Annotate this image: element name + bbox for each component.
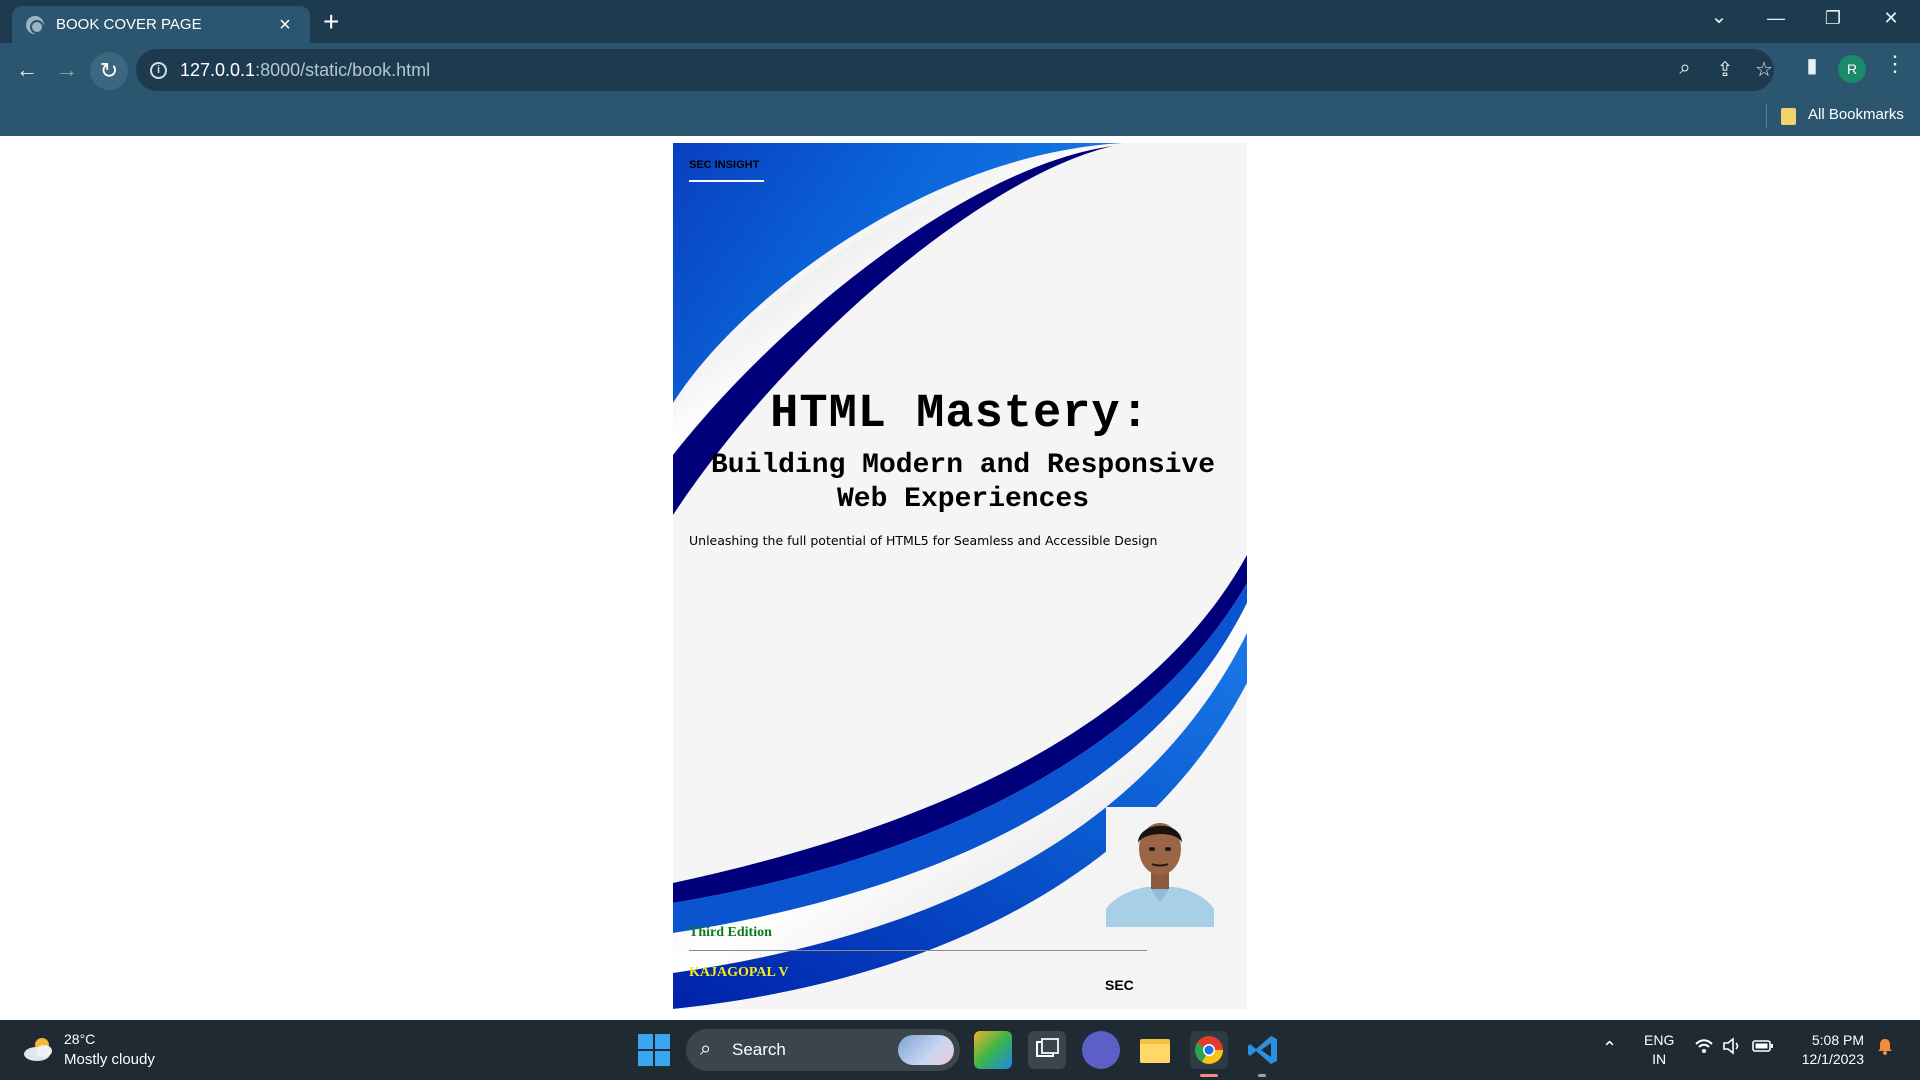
weather-temperature[interactable]: 28°C [64, 1031, 95, 1047]
all-bookmarks-button[interactable]: All Bookmarks [1808, 106, 1904, 123]
wifi-icon[interactable] [1694, 1037, 1714, 1060]
windows-taskbar: 28°C Mostly cloudy ⌕ Search ⌃ ENG IN 5:0… [0, 1020, 1920, 1080]
weather-description[interactable]: Mostly cloudy [64, 1051, 155, 1068]
browser-tab[interactable]: BOOK COVER PAGE × [12, 6, 310, 43]
brand-name: SEC INSIGHT [689, 159, 760, 171]
system-clock[interactable]: 5:08 PM 12/1/2023 [1790, 1031, 1864, 1069]
teams-chat-icon[interactable] [1082, 1031, 1120, 1069]
address-bar[interactable]: i 127.0.0.1:8000/static/book.html ⌕ ⇪ ☆ [136, 49, 1774, 91]
author-name: KAJAGOPAL V [689, 965, 789, 980]
subtitle-line-2: Web Experiences [836, 484, 1090, 515]
restore-button[interactable]: ❐ [1811, 8, 1855, 29]
chevron-up-icon[interactable]: ⌃ [1602, 1038, 1617, 1059]
search-highlight-image [898, 1035, 954, 1065]
folder-icon [1781, 108, 1796, 125]
bookmarks-separator [1766, 104, 1767, 128]
book-cover: SEC INSIGHT HTML Mastery: Building Moder… [673, 143, 1247, 1009]
close-icon[interactable]: × [274, 15, 296, 35]
back-arrow-icon[interactable]: ← [9, 53, 45, 87]
windows-start-icon[interactable] [638, 1034, 670, 1066]
side-panel-icon[interactable]: ▮ [1797, 53, 1827, 78]
book-title: HTML Mastery: [770, 388, 1150, 441]
subtitle-line-1: Building Modern and Responsive [710, 450, 1216, 481]
chrome-app-icon[interactable] [1190, 1031, 1228, 1069]
bookmarks-bar: All Bookmarks [0, 96, 1920, 136]
author-photo [1106, 807, 1214, 927]
copilot-app-icon[interactable] [974, 1031, 1012, 1069]
vscode-indicator [1258, 1074, 1266, 1077]
minimize-button[interactable]: — [1754, 8, 1798, 29]
battery-icon[interactable] [1752, 1037, 1774, 1060]
search-label: Search [732, 1040, 786, 1059]
url-path: :8000/static/book.html [255, 59, 431, 80]
notification-bell-icon[interactable] [1877, 1037, 1893, 1060]
url-host: 127.0.0.1 [180, 59, 256, 80]
reload-icon[interactable]: ↻ [90, 52, 128, 90]
file-explorer-icon[interactable] [1136, 1031, 1174, 1069]
browser-toolbar: ← → ↻ i 127.0.0.1:8000/static/book.html … [0, 43, 1920, 96]
profile-avatar[interactable]: R [1838, 55, 1866, 83]
language-line-2: IN [1652, 1051, 1667, 1067]
globe-icon [26, 15, 44, 34]
clock-date: 12/1/2023 [1801, 1051, 1864, 1067]
speaker-icon[interactable] [1722, 1037, 1742, 1060]
share-icon[interactable]: ⇪ [1712, 57, 1738, 82]
task-view-icon[interactable] [1028, 1031, 1066, 1069]
tab-title: BOOK COVER PAGE [56, 16, 202, 33]
edition-label: Third Edition [689, 925, 772, 940]
brand-underline [689, 180, 764, 182]
info-icon[interactable]: i [150, 61, 167, 79]
close-window-button[interactable]: ✕ [1869, 8, 1913, 29]
publisher-name: SEC [1105, 977, 1134, 993]
vscode-app-icon[interactable] [1244, 1031, 1282, 1069]
weather-cloud-icon[interactable] [22, 1034, 56, 1064]
forward-arrow-icon[interactable]: → [49, 53, 85, 87]
tab-search-button[interactable]: ⌄ [1697, 4, 1741, 29]
edition-divider [689, 950, 1147, 951]
clock-time: 5:08 PM [1811, 1032, 1864, 1048]
language-line-1: ENG [1644, 1032, 1675, 1048]
bookmark-star-icon[interactable]: ☆ [1751, 57, 1777, 82]
browser-title-bar: BOOK COVER PAGE × + ⌄ — ❐ ✕ [0, 0, 1920, 43]
language-indicator[interactable]: ENG IN [1644, 1031, 1674, 1069]
taskbar-search[interactable]: ⌕ Search [686, 1029, 960, 1071]
chrome-active-indicator [1200, 1074, 1218, 1077]
search-icon: ⌕ [700, 1038, 712, 1060]
book-tagline: Unleashing the full potential of HTML5 f… [689, 533, 1158, 548]
book-subtitle: Building Modern and Responsive Web Exper… [683, 449, 1243, 517]
menu-kebab-icon[interactable]: ⋮ [1880, 51, 1910, 77]
zoom-icon[interactable]: ⌕ [1672, 57, 1698, 80]
new-tab-button[interactable]: + [323, 8, 339, 36]
